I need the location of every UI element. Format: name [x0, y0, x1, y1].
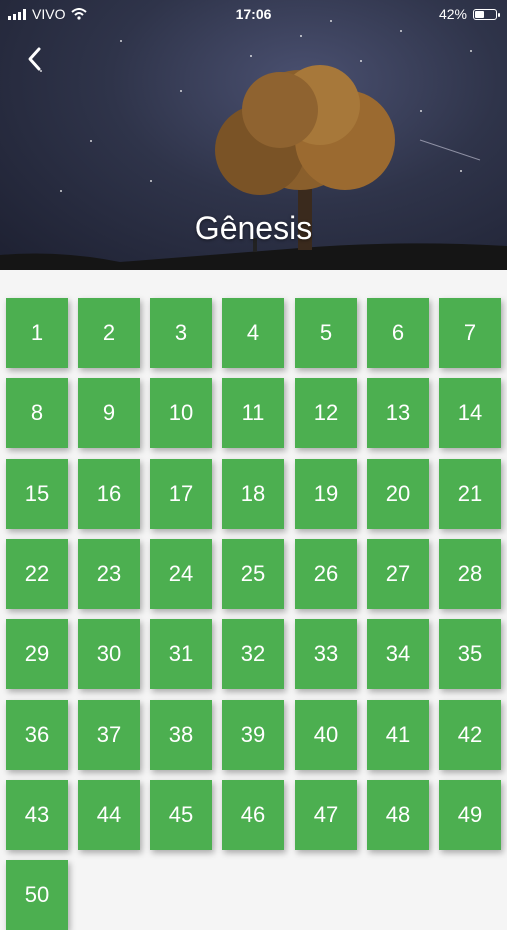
page-title: Gênesis — [194, 210, 313, 246]
chapter-button[interactable]: 23 — [78, 538, 140, 609]
status-bar: VIVO 17:06 42% — [0, 0, 507, 28]
clock: 17:06 — [235, 6, 272, 22]
chapter-button[interactable]: 32 — [222, 619, 284, 690]
chapter-button[interactable]: 2 — [78, 298, 140, 368]
chapter-button[interactable]: 28 — [439, 538, 501, 609]
battery-percent: 42% — [438, 6, 467, 22]
chapter-button[interactable]: 47 — [295, 779, 357, 850]
chapter-button[interactable]: 39 — [222, 699, 284, 770]
chapter-button[interactable]: 45 — [150, 779, 212, 850]
chapter-button[interactable]: 17 — [150, 458, 212, 529]
chapter-button[interactable]: 4 — [222, 298, 284, 368]
chapter-button[interactable]: 38 — [150, 699, 212, 770]
chapter-button[interactable]: 25 — [222, 538, 284, 609]
chapter-button[interactable]: 21 — [439, 458, 501, 529]
chapter-button[interactable]: 36 — [6, 699, 68, 770]
chapter-button[interactable]: 5 — [295, 298, 357, 368]
chapter-button[interactable]: 33 — [295, 619, 357, 690]
chapter-button[interactable]: 42 — [439, 699, 501, 770]
chapter-button[interactable]: 49 — [439, 779, 501, 850]
chapter-button[interactable]: 31 — [150, 619, 212, 690]
chapter-button[interactable]: 14 — [439, 378, 501, 449]
chapter-button[interactable]: 29 — [6, 619, 68, 690]
chapter-button[interactable]: 3 — [150, 298, 212, 368]
chevron-left-icon — [28, 47, 41, 71]
chapter-button[interactable]: 24 — [150, 538, 212, 609]
chapter-button[interactable]: 26 — [295, 538, 357, 609]
chapter-button[interactable]: 19 — [295, 458, 357, 529]
chapter-button[interactable]: 34 — [367, 619, 429, 690]
chapter-button[interactable]: 9 — [78, 378, 140, 449]
chapter-button[interactable]: 48 — [367, 779, 429, 850]
back-button[interactable] — [18, 42, 52, 76]
chapter-button[interactable]: 20 — [367, 458, 429, 529]
chapter-button[interactable]: 18 — [222, 458, 284, 529]
chapter-button[interactable]: 41 — [367, 699, 429, 770]
chapter-button[interactable]: 7 — [439, 298, 501, 368]
chapter-button[interactable]: 37 — [78, 699, 140, 770]
chapter-button[interactable]: 6 — [367, 298, 429, 368]
chapter-button[interactable]: 8 — [6, 378, 68, 449]
chapter-button[interactable]: 12 — [295, 378, 357, 449]
battery-icon — [473, 8, 500, 20]
chapter-button[interactable]: 44 — [78, 779, 140, 850]
header-hero: VIVO 17:06 42% Gênesis — [0, 0, 507, 270]
chapter-button[interactable]: 13 — [367, 378, 429, 449]
chapter-button[interactable]: 46 — [222, 779, 284, 850]
chapter-button[interactable]: 27 — [367, 538, 429, 609]
chapter-button[interactable]: 15 — [6, 458, 68, 529]
chapter-button[interactable]: 11 — [222, 378, 284, 449]
chapter-button[interactable]: 43 — [6, 779, 68, 850]
chapter-button[interactable]: 35 — [439, 619, 501, 690]
chapter-button[interactable]: 22 — [6, 538, 68, 609]
chapter-button[interactable]: 50 — [6, 860, 68, 930]
chapter-button[interactable]: 10 — [150, 378, 212, 449]
chapter-button[interactable]: 16 — [78, 458, 140, 529]
chapter-button[interactable]: 1 — [6, 298, 68, 368]
chapter-button[interactable]: 30 — [78, 619, 140, 690]
chapter-button[interactable]: 40 — [295, 699, 357, 770]
